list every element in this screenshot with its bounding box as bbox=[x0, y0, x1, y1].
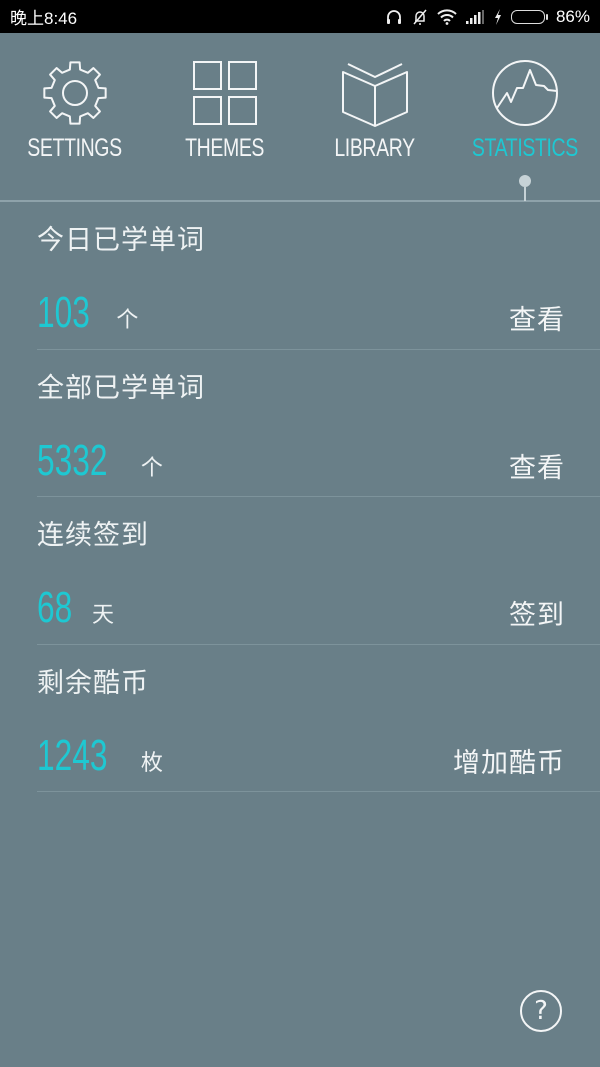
charging-icon bbox=[493, 8, 503, 25]
stat-title: 今日已学单词 bbox=[37, 225, 205, 256]
alarm-off-icon bbox=[411, 8, 429, 26]
stat-title: 剩余酷币 bbox=[37, 667, 149, 699]
nav-label-settings: SETTINGS bbox=[27, 134, 123, 162]
row-divider bbox=[37, 791, 600, 792]
view-button[interactable]: 查看 bbox=[509, 446, 565, 485]
stat-value: 103 bbox=[37, 288, 90, 337]
active-tab-indicator bbox=[518, 175, 532, 201]
nav-tab-themes[interactable]: THEMES bbox=[150, 33, 300, 201]
add-coins-button[interactable]: 增加酷币 bbox=[453, 741, 565, 780]
nav-label-statistics: STATISTICS bbox=[472, 134, 578, 162]
stat-total-words: 全部已学单词 5332 个 查看 bbox=[0, 350, 600, 497]
stat-value: 5332 bbox=[37, 435, 108, 485]
stat-today-words: 今日已学单词 103 个 查看 bbox=[0, 202, 600, 350]
help-button[interactable]: ? bbox=[520, 990, 562, 1032]
nav-label-library: LIBRARY bbox=[334, 134, 416, 162]
headset-icon bbox=[385, 8, 403, 26]
nav-tab-library[interactable]: LIBRARY bbox=[300, 33, 450, 201]
stat-value: 1243 bbox=[37, 730, 108, 780]
stat-checkin-streak: 连续签到 68 天 签到 bbox=[0, 497, 600, 645]
help-icon: ? bbox=[534, 996, 548, 1026]
view-button[interactable]: 查看 bbox=[509, 298, 565, 337]
status-icons: 86% bbox=[385, 7, 600, 27]
stat-value: 68 bbox=[37, 583, 73, 632]
nav-tab-settings[interactable]: SETTINGS bbox=[0, 33, 150, 201]
stat-title: 全部已学单词 bbox=[37, 372, 205, 404]
stat-coins: 剩余酷币 1243 枚 增加酷币 bbox=[0, 645, 600, 792]
status-bar: 晚上8:46 86% bbox=[0, 0, 600, 33]
nav-label-themes: THEMES bbox=[185, 134, 265, 162]
book-icon bbox=[342, 63, 408, 127]
chart-icon bbox=[492, 60, 558, 126]
top-nav: SETTINGS THEMES LIBRARY STATISTICS bbox=[0, 33, 600, 201]
stat-unit: 个 bbox=[140, 455, 163, 481]
stat-unit: 个 bbox=[116, 308, 139, 333]
stat-title: 连续签到 bbox=[37, 520, 149, 551]
checkin-button[interactable]: 签到 bbox=[509, 593, 565, 632]
signal-icon bbox=[465, 9, 485, 25]
status-time: 晚上8:46 bbox=[10, 9, 78, 28]
battery-percent: 86% bbox=[555, 6, 590, 26]
gear-icon bbox=[43, 61, 107, 125]
battery-icon bbox=[510, 9, 548, 24]
wifi-icon bbox=[437, 8, 457, 25]
grid-icon bbox=[193, 61, 257, 125]
stat-unit: 枚 bbox=[140, 750, 163, 776]
stat-unit: 天 bbox=[91, 603, 114, 628]
stats-list: 今日已学单词 103 个 查看 全部已学单词 5332 个 查看 连续签到 68… bbox=[0, 202, 600, 792]
